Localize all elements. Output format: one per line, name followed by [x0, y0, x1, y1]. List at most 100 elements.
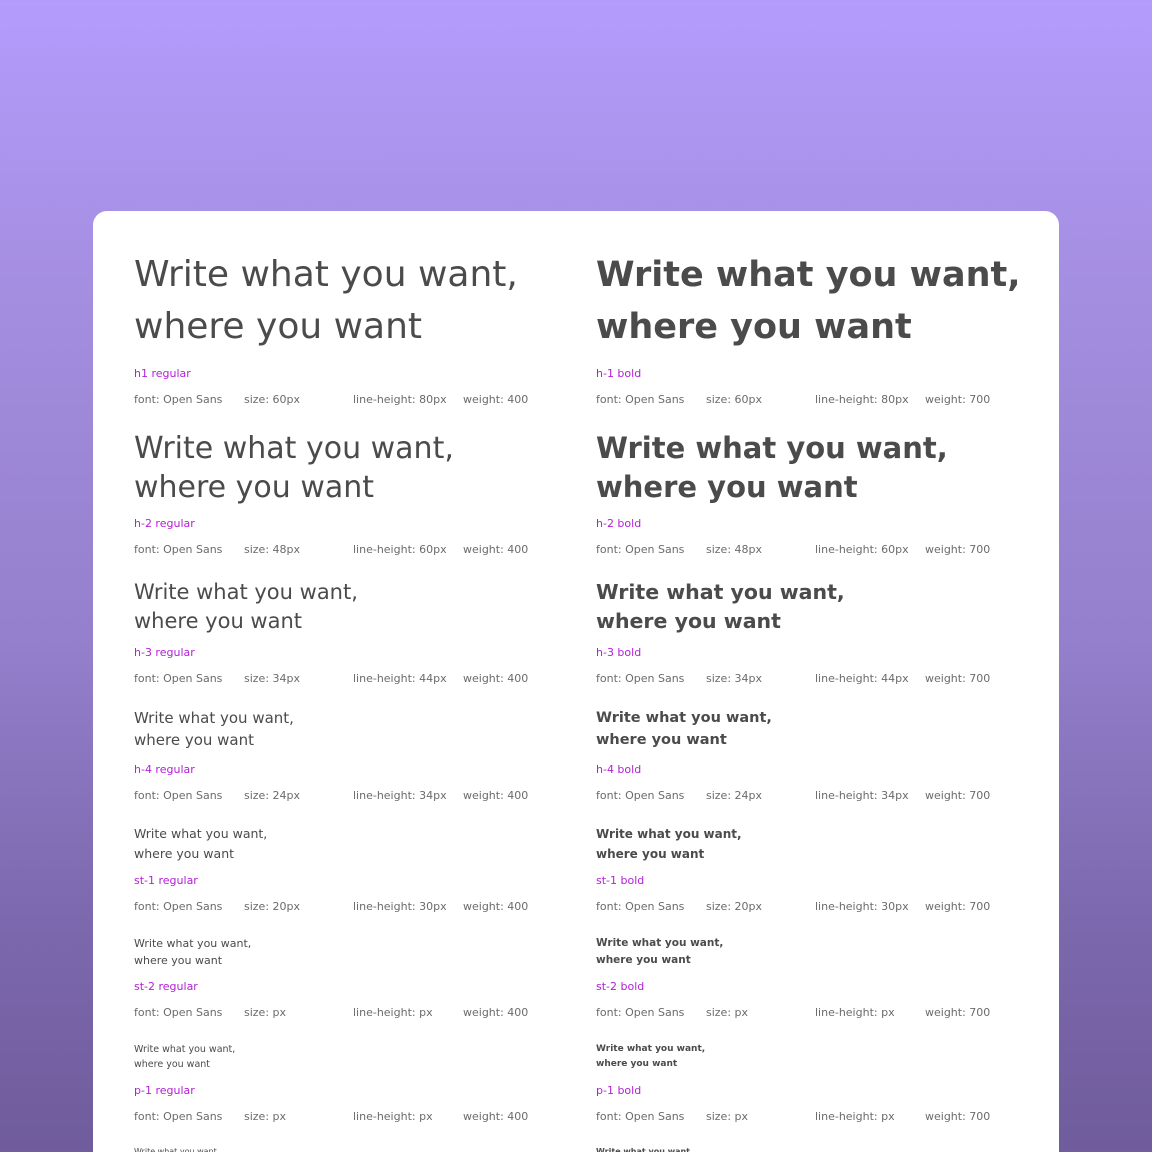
sample-line-1: Write what you want,: [596, 1147, 694, 1152]
spec-line-height: line-height: px: [815, 1006, 895, 1019]
sample-line-1: Write what you want,: [134, 431, 454, 466]
spec-line-height: line-height: 80px: [815, 393, 909, 406]
sample-line-1: Write what you want,: [134, 1044, 236, 1055]
spec-font: font: Open Sans: [596, 543, 685, 556]
spec-line-height: line-height: 44px: [353, 672, 447, 685]
sample-line-2: where you want: [596, 609, 781, 633]
spec-font: font: Open Sans: [134, 1110, 223, 1123]
sample-line-2: where you want: [596, 732, 727, 748]
p1-regular-sample: Write what you want, where you want: [134, 1042, 235, 1072]
spec-font: font: Open Sans: [596, 393, 685, 406]
h3-bold-sample: Write what you want, where you want: [596, 578, 845, 636]
spec-weight: weight: 400: [463, 1110, 529, 1123]
st1-bold-sample: Write what you want, where you want: [596, 824, 742, 864]
spec-font: font: Open Sans: [134, 789, 223, 802]
p1-bold-sample: Write what you want, where you want: [596, 1042, 705, 1072]
typography-card: Write what you want, where you want h1 r…: [93, 211, 1059, 1152]
sample-line-2: where you want: [134, 731, 255, 749]
spec-size: size: 20px: [706, 900, 763, 913]
spec-row: font: Open Sans size: px line-height: px…: [134, 1006, 554, 1020]
style-label: st-2 regular: [134, 980, 198, 993]
h2-bold-sample: Write what you want, where you want: [596, 429, 948, 507]
style-label: h-1 bold: [596, 367, 642, 380]
spec-weight: weight: 700: [925, 1006, 991, 1019]
spec-line-height: line-height: 34px: [353, 789, 447, 802]
next-bold-sample: Write what you want,: [596, 1145, 693, 1152]
spec-weight: weight: 700: [925, 543, 991, 556]
h4-bold-sample: Write what you want, where you want: [596, 707, 772, 751]
style-label: h-2 bold: [596, 517, 642, 530]
spec-size: size: px: [244, 1006, 287, 1019]
sample-line-1: Write what you want,: [134, 254, 518, 295]
spec-weight: weight: 400: [463, 393, 529, 406]
style-label: st-2 bold: [596, 980, 645, 993]
style-label: p-1 regular: [134, 1084, 195, 1097]
spec-font: font: Open Sans: [596, 789, 685, 802]
style-label: h-3 bold: [596, 646, 642, 659]
spec-line-height: line-height: 80px: [353, 393, 447, 406]
spec-font: font: Open Sans: [134, 900, 223, 913]
style-label: h1 regular: [134, 367, 191, 380]
spec-line-height: line-height: 60px: [815, 543, 909, 556]
style-label: h-4 bold: [596, 763, 642, 776]
spec-row: font: Open Sans size: 48px line-height: …: [134, 543, 554, 557]
sample-line-1: Write what you want,: [596, 431, 948, 465]
style-label: h-4 regular: [134, 763, 195, 776]
sample-line-2: where you want: [134, 846, 235, 861]
spec-line-height: line-height: px: [353, 1110, 433, 1123]
spec-weight: weight: 400: [463, 900, 529, 913]
style-label: h-3 regular: [134, 646, 195, 659]
spec-size: size: 20px: [244, 900, 301, 913]
spec-weight: weight: 700: [925, 672, 991, 685]
spec-line-height: line-height: 30px: [353, 900, 447, 913]
sample-line-1: Write what you want,: [134, 1147, 220, 1152]
spec-font: font: Open Sans: [596, 1110, 685, 1123]
spec-row: font: Open Sans size: px line-height: px…: [596, 1006, 1016, 1020]
spec-size: size: 34px: [706, 672, 763, 685]
sample-line-1: Write what you want,: [134, 937, 252, 950]
sample-line-1: Write what you want,: [134, 709, 294, 727]
sample-line-1: Write what you want,: [134, 580, 358, 604]
spec-row: font: Open Sans size: 24px line-height: …: [134, 789, 554, 803]
spec-weight: weight: 700: [925, 1110, 991, 1123]
sample-line-2: where you want: [134, 609, 303, 633]
sample-line-1: Write what you want,: [596, 710, 772, 726]
st2-bold-sample: Write what you want, where you want: [596, 935, 723, 969]
spec-size: size: 60px: [706, 393, 763, 406]
spec-weight: weight: 400: [463, 1006, 529, 1019]
spec-font: font: Open Sans: [596, 1006, 685, 1019]
sample-line-2: where you want: [596, 1059, 678, 1069]
sample-line-1: Write what you want,: [134, 826, 268, 841]
sample-line-2: where you want: [134, 470, 375, 505]
style-label: h-2 regular: [134, 517, 195, 530]
spec-line-height: line-height: px: [815, 1110, 895, 1123]
sample-line-2: where you want: [134, 954, 223, 967]
style-label: st-1 regular: [134, 874, 198, 887]
spec-row: font: Open Sans size: 34px line-height: …: [596, 672, 1016, 686]
spec-size: size: px: [244, 1110, 287, 1123]
spec-weight: weight: 700: [925, 900, 991, 913]
sample-line-1: Write what you want,: [596, 580, 845, 604]
spec-font: font: Open Sans: [134, 543, 223, 556]
spec-weight: weight: 400: [463, 672, 529, 685]
st1-regular-sample: Write what you want, where you want: [134, 824, 267, 864]
spec-line-height: line-height: px: [353, 1006, 433, 1019]
spec-weight: weight: 400: [463, 789, 529, 802]
spec-size: size: px: [706, 1006, 749, 1019]
spec-row: font: Open Sans size: 20px line-height: …: [596, 900, 1016, 914]
style-label: p-1 bold: [596, 1084, 642, 1097]
spec-font: font: Open Sans: [134, 672, 223, 685]
sample-line-1: Write what you want,: [596, 255, 1021, 295]
sample-line-2: where you want: [596, 954, 691, 966]
h1-bold-sample: Write what you want, where you want: [596, 249, 1021, 353]
spec-font: font: Open Sans: [596, 672, 685, 685]
spec-row: font: Open Sans size: 20px line-height: …: [134, 900, 554, 914]
spec-size: size: 60px: [244, 393, 301, 406]
spec-row: font: Open Sans size: 60px line-height: …: [134, 393, 554, 407]
spec-weight: weight: 400: [463, 543, 529, 556]
sample-line-1: Write what you want,: [596, 1044, 706, 1054]
h1-regular-sample: Write what you want, where you want: [134, 249, 554, 353]
spec-row: font: Open Sans size: px line-height: px…: [596, 1110, 1016, 1124]
spec-line-height: line-height: 34px: [815, 789, 909, 802]
spec-size: size: 48px: [706, 543, 763, 556]
